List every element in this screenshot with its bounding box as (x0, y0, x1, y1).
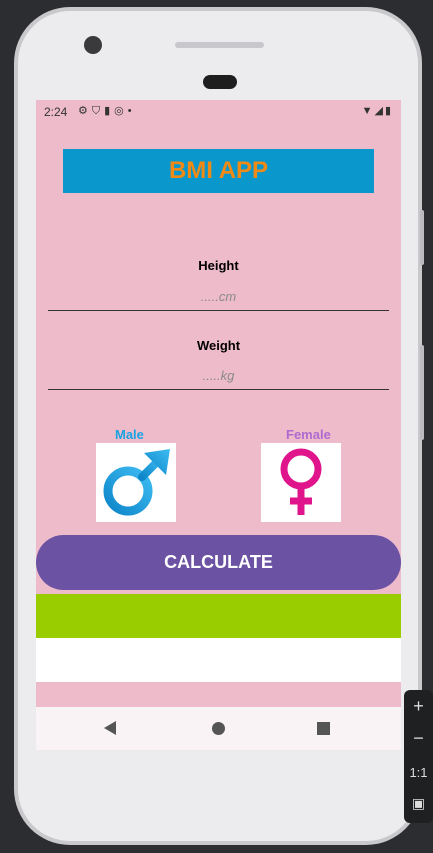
signal-battery-icons: ▼◢▮ (361, 105, 393, 117)
title-banner: BMI APP (63, 149, 374, 193)
male-label: Male (115, 427, 144, 442)
female-label: Female (286, 427, 331, 442)
app-screen: 2:24 ⚙⛉▮◎• ▼◢▮ BMI APP Height Weight Mal… (36, 100, 401, 750)
top-speaker-grille (175, 42, 264, 48)
emulator-side-panel: + − 1:1 ▣ (404, 690, 433, 823)
calculate-button[interactable]: CALCULATE (36, 535, 401, 590)
navigation-bar (36, 707, 401, 750)
female-symbol-icon (280, 448, 322, 515)
weight-label: Weight (196, 338, 241, 353)
recents-icon[interactable] (317, 722, 330, 735)
fit-screen-icon[interactable]: ▣ (404, 795, 433, 812)
earpiece (203, 75, 237, 89)
app-title: BMI APP (168, 157, 269, 184)
female-button[interactable] (261, 443, 341, 522)
back-icon[interactable] (104, 721, 116, 735)
volume-button[interactable] (420, 345, 424, 440)
result-bar (36, 594, 401, 638)
power-button[interactable] (420, 210, 424, 265)
front-camera (84, 36, 102, 54)
result-panel (36, 638, 401, 682)
notification-icons: ⚙⛉▮◎• (78, 105, 136, 117)
status-bar: 2:24 ⚙⛉▮◎• ▼◢▮ (36, 100, 401, 124)
zoom-reset-button[interactable]: 1:1 (404, 765, 433, 780)
male-symbol-icon (103, 448, 170, 515)
height-label: Height (198, 258, 239, 273)
status-time: 2:24 (44, 105, 68, 119)
weight-input[interactable] (48, 361, 389, 390)
home-icon[interactable] (212, 722, 225, 735)
zoom-in-icon[interactable]: + (404, 696, 433, 717)
zoom-out-icon[interactable]: − (404, 728, 433, 749)
height-input[interactable] (48, 282, 389, 311)
male-button[interactable] (96, 443, 176, 522)
